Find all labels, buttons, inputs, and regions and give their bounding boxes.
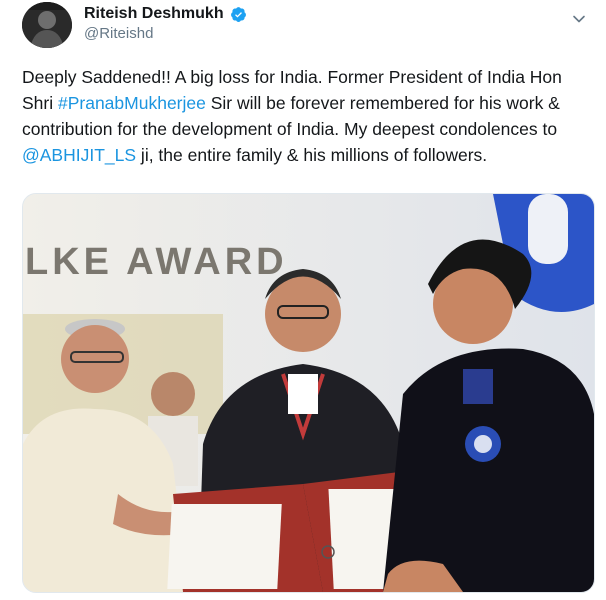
tweet-photo[interactable]: LKE AWARD <box>22 193 595 593</box>
avatar-image <box>22 2 72 48</box>
avatar[interactable] <box>22 2 72 48</box>
author-handle[interactable]: @Riteishd <box>84 25 153 42</box>
chevron-down-icon[interactable] <box>572 12 586 26</box>
backdrop-text: LKE AWARD <box>25 241 288 283</box>
tweet-card: Riteish Deshmukh @Riteishd Deeply Sadden… <box>0 0 606 600</box>
hashtag-link[interactable]: #PranabMukherjee <box>58 93 206 113</box>
tweet-text: Deeply Saddened!! A big loss for India. … <box>22 64 592 168</box>
verified-badge-icon <box>230 6 247 23</box>
award-ceremony-photo: LKE AWARD <box>23 194 594 592</box>
author-name-row: Riteish Deshmukh <box>84 5 247 23</box>
tweet-text-part3: ji, the entire family & his millions of … <box>136 145 488 165</box>
display-name[interactable]: Riteish Deshmukh <box>84 5 224 23</box>
mention-link[interactable]: @ABHIJIT_LS <box>22 145 136 165</box>
